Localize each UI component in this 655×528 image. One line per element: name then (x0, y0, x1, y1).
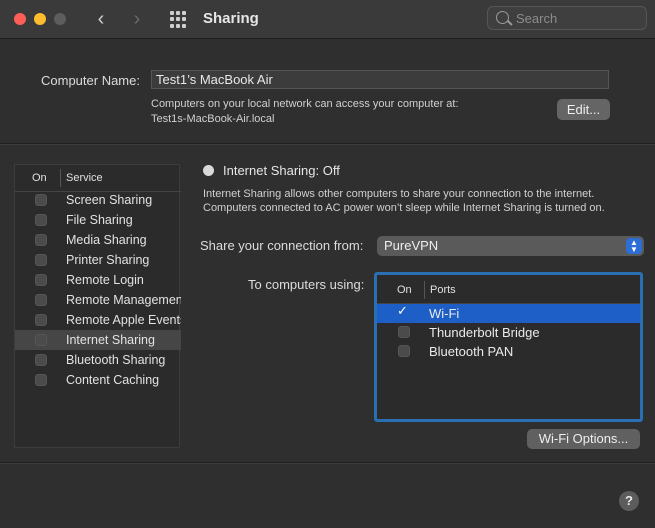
service-checkbox[interactable] (35, 194, 47, 206)
wifi-options-button[interactable]: Wi-Fi Options... (527, 429, 640, 449)
minimize-window-button[interactable] (34, 13, 46, 25)
service-checkbox[interactable] (35, 294, 47, 306)
port-row[interactable]: Bluetooth PAN (377, 342, 640, 361)
popup-arrows-icon: ▲ ▼ (626, 238, 642, 254)
local-hostname: Test1s-MacBook-Air.local (151, 113, 275, 125)
service-row[interactable]: Remote Apple Events (15, 310, 181, 330)
computer-name-description: Computers on your local network can acce… (151, 97, 459, 127)
service-checkbox[interactable] (35, 314, 47, 326)
ports-header-on: On (397, 284, 412, 296)
service-row[interactable]: Media Sharing (15, 230, 181, 250)
search-input[interactable] (516, 9, 641, 27)
service-row[interactable]: File Sharing (15, 210, 181, 230)
ports-list-header: On Ports (377, 275, 640, 304)
share-from-value: PureVPN (384, 238, 439, 253)
divider (0, 143, 655, 145)
service-label: Bluetooth Sharing (66, 353, 166, 367)
service-row[interactable]: Remote Management (15, 290, 181, 310)
service-label: Remote Login (66, 273, 144, 287)
port-row-selected[interactable]: ✓ Wi-Fi (377, 303, 640, 323)
service-label: Remote Apple Events (66, 313, 181, 327)
internet-sharing-status: Internet Sharing: Off (223, 163, 340, 178)
forward-icon[interactable]: › (126, 8, 148, 30)
back-icon[interactable]: ‹ (90, 8, 112, 30)
internet-sharing-status-indicator (203, 165, 214, 176)
port-label: Bluetooth PAN (429, 344, 514, 359)
ports-list: On Ports ✓ Wi-Fi Thunderbolt Bridge Blue… (374, 272, 643, 422)
search-field[interactable] (487, 6, 647, 30)
close-window-button[interactable] (14, 13, 26, 25)
port-row[interactable]: Thunderbolt Bridge (377, 323, 640, 342)
zoom-window-button[interactable] (54, 13, 66, 25)
service-checkbox[interactable] (35, 374, 47, 386)
service-row[interactable]: Printer Sharing (15, 250, 181, 270)
service-label: Content Caching (66, 373, 160, 387)
checkmark-icon[interactable]: ✓ (397, 303, 408, 319)
share-from-popup[interactable]: PureVPN ▲ ▼ (377, 236, 644, 256)
service-row[interactable]: Bluetooth Sharing (15, 350, 181, 370)
column-divider (60, 169, 61, 187)
service-label: Screen Sharing (66, 193, 153, 207)
service-label: Remote Management (66, 293, 181, 307)
port-label: Wi-Fi (429, 306, 460, 321)
service-label: Printer Sharing (66, 253, 150, 267)
show-all-grid-icon[interactable] (170, 11, 187, 28)
computer-name-field[interactable]: Test1’s MacBook Air (151, 70, 609, 89)
service-label: Media Sharing (66, 233, 147, 247)
service-checkbox[interactable] (35, 274, 47, 286)
divider (0, 462, 655, 464)
internet-sharing-description: Internet Sharing allows other computers … (203, 188, 605, 214)
service-header-on: On (32, 172, 47, 184)
service-checkbox[interactable] (35, 234, 47, 246)
service-checkbox[interactable] (35, 354, 47, 366)
column-divider (424, 281, 425, 299)
port-checkbox[interactable] (398, 345, 410, 357)
window-title: Sharing (203, 10, 259, 27)
service-label: Internet Sharing (66, 333, 155, 347)
help-icon[interactable]: ? (619, 491, 639, 511)
to-computers-label: To computers using: (248, 277, 365, 292)
service-list: On Service Screen Sharing File Sharing M… (14, 164, 181, 448)
service-list-header: On Service (15, 165, 181, 192)
service-header-service: Service (66, 172, 103, 184)
service-row[interactable]: Screen Sharing (15, 190, 181, 210)
service-checkbox[interactable] (35, 214, 47, 226)
service-checkbox[interactable] (35, 254, 47, 266)
service-row[interactable]: Remote Login (15, 270, 181, 290)
ports-header-ports: Ports (430, 284, 456, 296)
service-row[interactable]: Content Caching (15, 370, 181, 390)
service-checkbox[interactable] (35, 334, 47, 346)
port-label: Thunderbolt Bridge (429, 325, 540, 340)
search-icon (496, 11, 509, 24)
computer-name-label: Computer Name: (41, 73, 140, 88)
share-from-label: Share your connection from: (200, 238, 364, 253)
service-label: File Sharing (66, 213, 133, 227)
computer-name-description-text: Computers on your local network can acce… (151, 98, 459, 110)
port-checkbox[interactable] (398, 326, 410, 338)
service-row-selected[interactable]: Internet Sharing (15, 330, 181, 350)
title-bar: ‹ › Sharing (0, 0, 655, 39)
edit-hostname-button[interactable]: Edit... (557, 99, 610, 120)
